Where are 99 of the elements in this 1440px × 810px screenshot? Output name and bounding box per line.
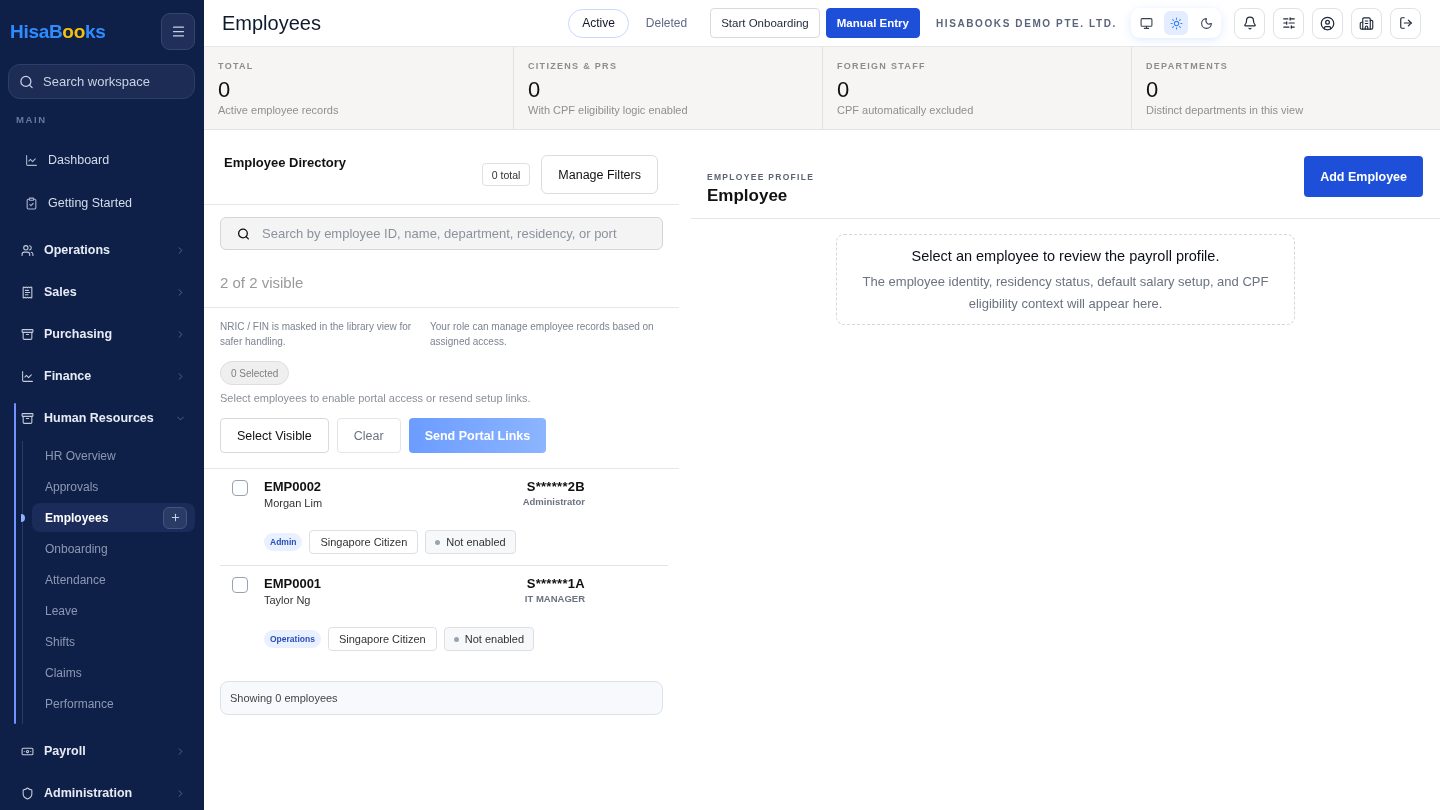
sidebar-subitem[interactable]: Performance xyxy=(32,689,195,718)
employee-id: EMP0002 xyxy=(264,479,322,495)
sidebar-subitem[interactable]: Onboarding xyxy=(32,534,195,563)
residency-tag: Singapore Citizen xyxy=(309,530,419,554)
people-icon xyxy=(21,243,34,257)
stat-note: CPF automatically excluded xyxy=(837,103,974,117)
employee-name: Taylor Ng xyxy=(264,593,311,608)
line-chart-icon xyxy=(21,369,34,383)
company-button[interactable] xyxy=(1351,7,1382,39)
view-tab[interactable]: Active xyxy=(568,8,629,38)
active-marker-icon xyxy=(21,513,25,522)
info-note: NRIC / FIN is masked in the library view for safer handling. xyxy=(220,320,412,349)
masked-id: S******1A xyxy=(526,576,585,592)
sidebar-item[interactable]: Getting Started xyxy=(8,187,195,219)
sidebar-subitem[interactable]: Shifts xyxy=(32,627,195,656)
status-dot-icon xyxy=(453,636,459,642)
stat-note: Active employee records xyxy=(218,103,339,117)
monitor-icon xyxy=(1139,16,1153,30)
department-tag: Operations xyxy=(264,630,321,648)
sliders-icon xyxy=(1281,16,1296,30)
app-logo: HisaBooks xyxy=(10,20,106,43)
stat-label: CITIZENS & PRS xyxy=(528,61,618,72)
employee-name: Morgan Lim xyxy=(264,496,323,511)
sidebar-group[interactable]: Finance xyxy=(8,361,195,391)
status-dot-icon xyxy=(435,539,441,545)
stat-label: TOTAL xyxy=(218,61,254,72)
department-tag: Admin xyxy=(264,533,303,551)
profile-title: Employee xyxy=(707,186,788,206)
page-title: Employees xyxy=(222,11,321,35)
selection-count: 0 Selected xyxy=(220,361,290,385)
sidebar-subitem[interactable]: Employees xyxy=(32,503,195,532)
plus-icon xyxy=(169,512,181,523)
sidebar-group[interactable]: Payroll xyxy=(8,736,195,766)
sidebar-group[interactable]: Human Resources xyxy=(16,403,195,433)
clipboard-check-icon xyxy=(25,196,38,210)
logout-icon xyxy=(1398,16,1413,30)
helper-text: Select employees to enable portal access or resend setup links. xyxy=(220,391,531,405)
menu-icon xyxy=(170,24,186,39)
search-field[interactable]: Search workspace xyxy=(8,64,195,99)
results-footer: Showing 0 employees xyxy=(220,681,663,715)
menu-button[interactable] xyxy=(161,13,195,50)
stat-value: 0 xyxy=(837,77,850,103)
masked-id: S******2B xyxy=(526,479,585,495)
action-button[interactable]: Select Visible xyxy=(220,418,329,453)
archive-box-icon xyxy=(21,411,34,425)
search-icon xyxy=(19,74,34,89)
sidebar-subitem[interactable]: Approvals xyxy=(32,472,195,501)
employee-role: IT MANAGER xyxy=(524,593,585,605)
manage-filters-button[interactable]: Manage Filters xyxy=(541,155,658,194)
employee-id: EMP0001 xyxy=(264,576,322,592)
company-name: HISABOOKS DEMO PTE. LTD. xyxy=(936,17,1117,29)
sidebar-item[interactable]: Dashboard xyxy=(8,144,195,176)
adjustments-button[interactable] xyxy=(1273,7,1304,39)
stat-value: 0 xyxy=(218,77,231,103)
sun-icon xyxy=(1169,16,1183,30)
empty-state-text: The employee identity, residency status, default salary setup, and CPF eligibility context will appear here. xyxy=(861,273,1270,313)
stat-value: 0 xyxy=(528,77,541,103)
sidebar-group[interactable]: Administration xyxy=(8,778,195,808)
sidebar-subitem[interactable]: Leave xyxy=(32,596,195,625)
stat-value: 0 xyxy=(1146,77,1159,103)
moon-icon xyxy=(1199,16,1213,30)
portal-status-tag: Not enabled xyxy=(443,627,535,651)
user-circle-icon xyxy=(1320,15,1335,31)
sidebar-group[interactable]: Sales xyxy=(8,277,195,307)
row-checkbox[interactable] xyxy=(232,577,248,593)
action-button[interactable]: Start Onboarding xyxy=(710,8,820,38)
sidebar-group[interactable]: Purchasing xyxy=(8,319,195,349)
search-icon xyxy=(237,227,250,240)
notifications-button[interactable] xyxy=(1234,7,1265,39)
sidebar-subitem[interactable]: Claims xyxy=(32,658,195,687)
section-label: MAIN xyxy=(15,114,47,126)
employee-role: Administrator xyxy=(522,496,585,508)
info-note: Your role can manage employee records based on assigned access. xyxy=(430,320,655,349)
empty-state-title: Select an employee to review the payroll profile. xyxy=(911,247,1220,265)
bell-icon xyxy=(1242,16,1257,30)
stat-note: Distinct departments in this view xyxy=(1146,103,1304,117)
add-button[interactable] xyxy=(163,506,187,529)
stat-label: DEPARTMENTS xyxy=(1146,61,1229,72)
section-title: Employee Directory xyxy=(224,155,347,171)
section-eyebrow: EMPLOYEE PROFILE xyxy=(707,172,815,182)
row-checkbox[interactable] xyxy=(232,480,248,496)
sidebar-group[interactable]: Operations xyxy=(8,235,195,265)
sidebar-subitem[interactable]: Attendance xyxy=(32,565,195,594)
receipt-icon xyxy=(21,285,34,299)
shield-icon xyxy=(21,786,34,800)
stat-note: With CPF eligibility logic enabled xyxy=(528,103,688,117)
action-button[interactable]: Manual Entry xyxy=(825,8,920,38)
stat-label: FOREIGN STAFF xyxy=(837,61,926,72)
line-chart-icon xyxy=(25,153,38,167)
portal-status-tag: Not enabled xyxy=(425,530,516,554)
visible-count: 2 of 2 visible xyxy=(220,274,304,292)
archive-box-icon xyxy=(21,327,34,341)
sidebar-subitem[interactable]: HR Overview xyxy=(32,441,195,470)
profile-button[interactable] xyxy=(1312,7,1343,39)
add-employee-button[interactable]: Add Employee xyxy=(1304,156,1423,197)
logout-button[interactable] xyxy=(1390,7,1421,39)
count-badge: 0 total xyxy=(481,163,531,186)
residency-tag: Singapore Citizen xyxy=(327,627,437,651)
building-icon xyxy=(1359,15,1374,31)
